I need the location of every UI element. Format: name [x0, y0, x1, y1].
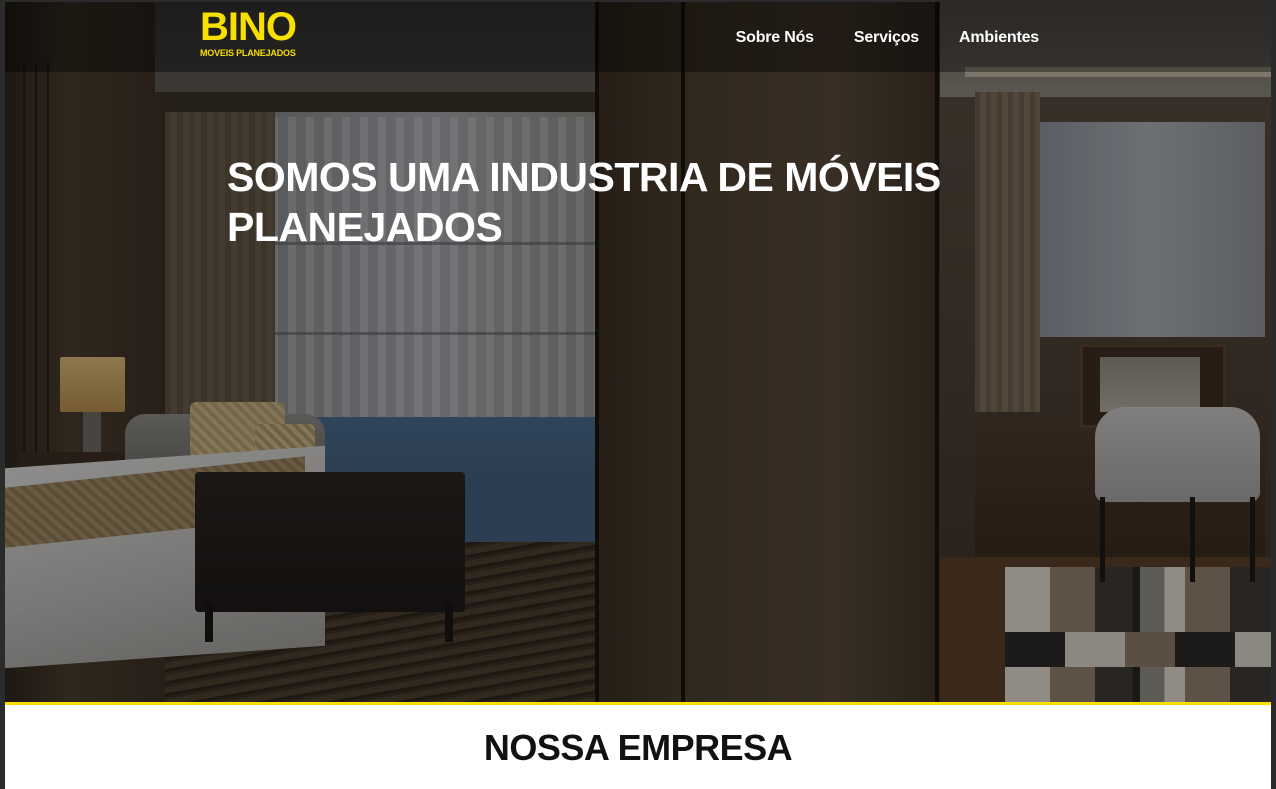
nav-link-sobre-nos[interactable]: Sobre Nós	[736, 29, 814, 47]
brand-logo[interactable]: BINO MOVEIS PLANEJADOS	[200, 5, 297, 59]
nossa-empresa-section: NOSSA EMPRESA	[5, 705, 1271, 789]
nav-link-ambientes[interactable]: Ambientes	[959, 29, 1039, 47]
section-title: NOSSA EMPRESA	[483, 727, 793, 768]
main-nav: Sobre Nós Serviços Ambientes	[736, 29, 1040, 47]
logo-tagline: MOVEIS PLANEJADOS	[200, 48, 296, 58]
hero-banner: BINO MOVEIS PLANEJADOS Sobre Nós Serviço…	[5, 2, 1271, 702]
nav-link-servicos[interactable]: Serviços	[854, 29, 919, 47]
hero-title: SOMOS UMA INDUSTRIA DE MÓVEIS PLANEJADOS	[227, 154, 941, 250]
page: BINO MOVEIS PLANEJADOS Sobre Nós Serviço…	[5, 2, 1271, 789]
hero-dark-overlay	[5, 2, 1271, 702]
logo-wordmark: BINO	[200, 5, 297, 49]
navbar: BINO MOVEIS PLANEJADOS Sobre Nós Serviço…	[5, 2, 1271, 72]
